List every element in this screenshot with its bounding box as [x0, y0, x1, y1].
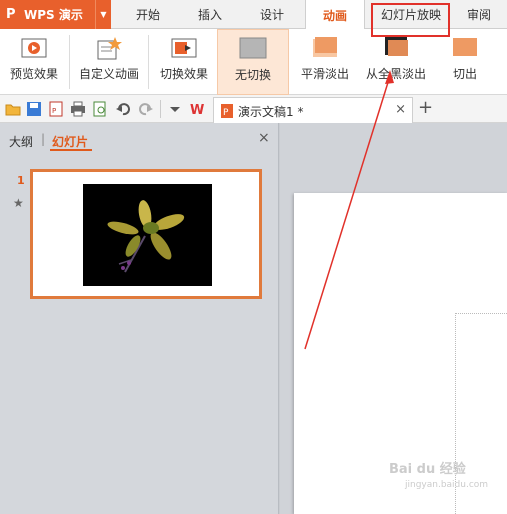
preview-effect-label: 预览效果: [9, 67, 58, 81]
ribbon-divider: [69, 35, 70, 89]
svg-text:P: P: [223, 108, 229, 118]
no-switch-button[interactable]: 无切换: [217, 29, 289, 95]
presentation-file-icon: P: [221, 104, 233, 118]
plant-image-graphic: [107, 200, 185, 273]
fade-from-black-thumbnail-icon: [385, 37, 408, 56]
switch-effect-button[interactable]: 切换效果: [155, 29, 213, 95]
document-title: 演示文稿1 *: [238, 105, 304, 119]
annotation-highlight-box: [371, 3, 450, 37]
tab-design[interactable]: 设计: [244, 0, 300, 29]
new-tab-button[interactable]: +: [418, 97, 433, 118]
tab-slides[interactable]: 幻灯片: [52, 133, 88, 150]
document-tab[interactable]: P 演示文稿1 * ×: [213, 97, 413, 123]
tab-outline[interactable]: 大纲: [9, 133, 33, 150]
tab-home[interactable]: 开始: [120, 0, 176, 29]
slide-thumbnail[interactable]: [30, 169, 262, 299]
toolbar-divider: [160, 100, 161, 118]
panel-tab-separator: |: [41, 132, 46, 146]
smooth-fade-label: 平滑淡出: [300, 67, 349, 81]
smooth-fade-button[interactable]: 平滑淡出: [293, 29, 357, 95]
open-folder-icon[interactable]: [5, 101, 21, 117]
ribbon-divider: [148, 35, 149, 89]
slide-number: 1: [17, 174, 25, 187]
close-tab-icon[interactable]: ×: [395, 102, 406, 117]
active-tab-underline: [50, 149, 92, 151]
tab-review[interactable]: 审阅: [455, 0, 503, 29]
custom-animation-icon: [97, 37, 122, 60]
custom-animation-button[interactable]: 自定义动画: [76, 29, 142, 95]
tab-insert[interactable]: 插入: [180, 0, 240, 29]
switch-effect-icon: [171, 38, 197, 58]
toolbar-dropdown-icon[interactable]: [167, 101, 183, 117]
fade-from-black-label: 从全黑淡出: [365, 67, 426, 81]
svg-text:P: P: [52, 107, 56, 115]
print-preview-icon[interactable]: [92, 101, 108, 117]
watermark-url: jingyan.baidu.com: [405, 480, 489, 490]
fade-from-black-button[interactable]: 从全黑淡出: [361, 29, 431, 95]
cut-out-button[interactable]: 切出: [435, 29, 495, 95]
animation-star-icon: ★: [13, 196, 24, 210]
print-icon[interactable]: [70, 101, 86, 117]
wps-home-icon[interactable]: W: [190, 101, 206, 117]
save-icon[interactable]: [26, 101, 42, 117]
tab-animation[interactable]: 动画: [305, 0, 365, 30]
app-name: WPS 演示: [24, 8, 83, 22]
cut-out-label: 切出: [452, 67, 477, 81]
svg-text:W: W: [190, 103, 204, 117]
ribbon: 预览效果 自定义动画 切换效果 无切换 平滑淡出 从全黑淡出 切出: [0, 29, 507, 95]
cut-out-thumbnail-icon: [453, 38, 477, 56]
slide-panel: 大纲 | 幻灯片 × 1 ★: [0, 123, 279, 514]
preview-icon: [21, 38, 47, 58]
app-menu-button[interactable]: P WPS 演示 ▼: [0, 0, 111, 29]
custom-animation-label: 自定义动画: [78, 67, 139, 81]
no-switch-thumbnail-icon: [239, 37, 267, 59]
plant-photo: [83, 184, 212, 286]
undo-icon[interactable]: [115, 101, 131, 117]
wps-logo-icon: P: [6, 7, 16, 22]
no-switch-label: 无切换: [234, 68, 271, 82]
close-panel-icon[interactable]: ×: [258, 130, 270, 146]
slide-editor: [280, 123, 507, 514]
chevron-down-icon[interactable]: ▼: [95, 0, 111, 29]
preview-effect-button[interactable]: 预览效果: [4, 29, 64, 95]
redo-icon[interactable]: [138, 101, 154, 117]
panel-tabs: 大纲 | 幻灯片: [0, 123, 279, 153]
export-pdf-icon[interactable]: P: [48, 101, 64, 117]
watermark-brand: Bai du 经验: [389, 462, 466, 477]
smooth-fade-thumbnail-icon: [313, 37, 337, 57]
switch-effect-label: 切换效果: [159, 67, 208, 81]
